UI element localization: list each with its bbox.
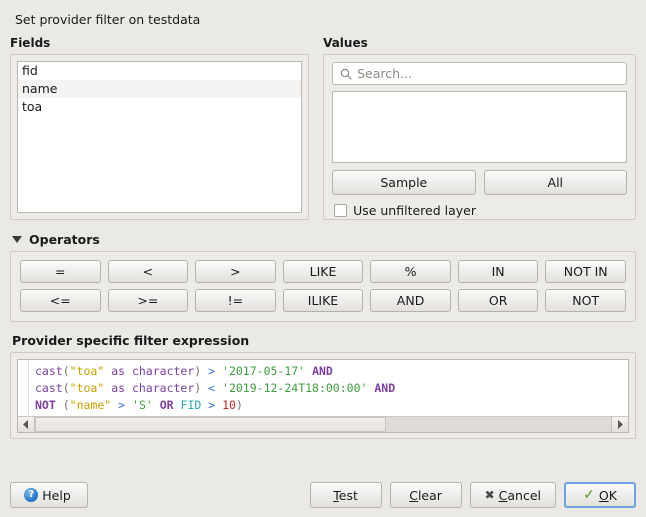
operator-button-in[interactable]: IN [458,260,539,283]
help-button-label: Help [42,488,71,503]
ok-button[interactable]: ✓ OK [564,482,636,508]
cancel-button-label-rest: ancel [507,488,541,503]
expression-groupbox: cast("toa" as character) > '2017-05-17' … [10,352,636,439]
expression-hscrollbar[interactable] [17,416,629,433]
expression-token [215,364,222,378]
operator-button-not-in[interactable]: NOT IN [545,260,626,283]
expression-token: FID [181,398,202,412]
check-mark-icon: ✓ [583,487,595,503]
operator-button-neq[interactable]: != [195,289,276,312]
operator-button-gt[interactable]: > [195,260,276,283]
expression-token: 10 [222,398,236,412]
values-search-placeholder: Search... [357,66,412,81]
editor-gutter [18,360,29,416]
use-unfiltered-layer-checkbox[interactable]: Use unfiltered layer [332,203,627,218]
test-button[interactable]: Test [310,482,382,508]
fields-groupbox: fid name toa [10,54,309,220]
help-button[interactable]: ? Help [10,482,88,508]
expression-token [215,381,222,395]
expression-token: '2017-05-17' [222,364,305,378]
expression-editor[interactable]: cast("toa" as character) > '2017-05-17' … [17,359,629,416]
values-list[interactable] [332,91,627,163]
values-label: Values [323,36,636,54]
expression-token: NOT [35,398,56,412]
dialog-footer: ? Help Test Clear ✖ Cancel ✓ OK [10,482,636,508]
scroll-left-arrow-icon[interactable] [18,417,35,432]
operator-button-not[interactable]: NOT [545,289,626,312]
expression-token: OR [160,398,174,412]
expression-token: "toa" [70,364,105,378]
cancel-button[interactable]: ✖ Cancel [470,482,556,508]
operators-header[interactable]: Operators [12,232,636,247]
expression-label: Provider specific filter expression [12,333,636,348]
expression-token: ( [63,398,70,412]
checkbox-box[interactable] [334,204,347,217]
operator-button-eq[interactable]: = [20,260,101,283]
operators-label: Operators [29,232,100,247]
test-button-label-rest: est [339,488,358,503]
expression-token: as character [104,364,194,378]
field-list-item[interactable]: toa [18,98,301,116]
expression-token: cast [35,364,63,378]
expression-line: cast("toa" as character) < '2019-12-24T1… [18,380,628,397]
operator-button-and[interactable]: AND [370,289,451,312]
expression-token [125,398,132,412]
operator-button-like[interactable]: LIKE [283,260,364,283]
expression-token: "toa" [70,381,105,395]
operator-button-gte[interactable]: >= [108,289,189,312]
footer-action-buttons: Test Clear ✖ Cancel ✓ OK [310,482,636,508]
expression-token: 'S' [132,398,153,412]
sample-button[interactable]: Sample [332,170,475,195]
fields-list[interactable]: fid name toa [17,61,302,213]
values-button-row: Sample All [332,170,627,195]
question-circle-icon: ? [24,488,38,502]
fields-panel: Fields fid name toa [10,36,309,220]
scrollbar-track[interactable] [35,417,611,432]
expression-token: as character [104,381,194,395]
dialog-title: Set provider filter on testdata [10,10,636,36]
values-panel: Values Search... Sample All [323,36,636,220]
x-mark-icon: ✖ [485,488,495,502]
fields-label: Fields [10,36,309,54]
expression-token: AND [312,364,333,378]
operators-grid: = < > LIKE % IN NOT IN <= >= != ILIKE AN… [20,260,626,312]
clear-button-label-rest: lear [418,488,442,503]
expression-token: ( [63,364,70,378]
expression-token [56,398,63,412]
expression-token: cast [35,381,63,395]
scroll-right-arrow-icon[interactable] [611,417,628,432]
values-search-input[interactable]: Search... [332,62,627,85]
field-list-item[interactable]: fid [18,62,301,80]
operator-button-or[interactable]: OR [458,289,539,312]
expression-line: NOT ("name" > 'S' OR FID > 10) [18,397,628,414]
ok-button-label-rest: K [609,488,617,503]
expression-token: '2019-12-24T18:00:00' [222,381,367,395]
expression-token [153,398,160,412]
triangle-down-icon[interactable] [12,236,22,243]
expression-token: ) [236,398,243,412]
top-panels: Fields fid name toa Values [10,36,636,220]
use-unfiltered-layer-label: Use unfiltered layer [353,203,476,218]
search-icon [340,68,352,80]
operator-button-lt[interactable]: < [108,260,189,283]
expression-line: cast("toa" as character) > '2017-05-17' … [18,363,628,380]
all-button[interactable]: All [484,170,627,195]
expression-token [174,398,181,412]
expression-token: AND [374,381,395,395]
provider-filter-dialog: Set provider filter on testdata Fields f… [0,0,646,517]
scrollbar-thumb[interactable] [35,417,386,432]
expression-token: "name" [70,398,112,412]
expression-token: ( [63,381,70,395]
field-list-item[interactable]: name [18,80,301,98]
operator-button-lte[interactable]: <= [20,289,101,312]
values-groupbox: Search... Sample All Use unfiltered laye… [323,54,636,220]
operators-groupbox: = < > LIKE % IN NOT IN <= >= != ILIKE AN… [10,251,636,322]
operator-button-percent[interactable]: % [370,260,451,283]
clear-button[interactable]: Clear [390,482,462,508]
operator-button-ilike[interactable]: ILIKE [283,289,364,312]
